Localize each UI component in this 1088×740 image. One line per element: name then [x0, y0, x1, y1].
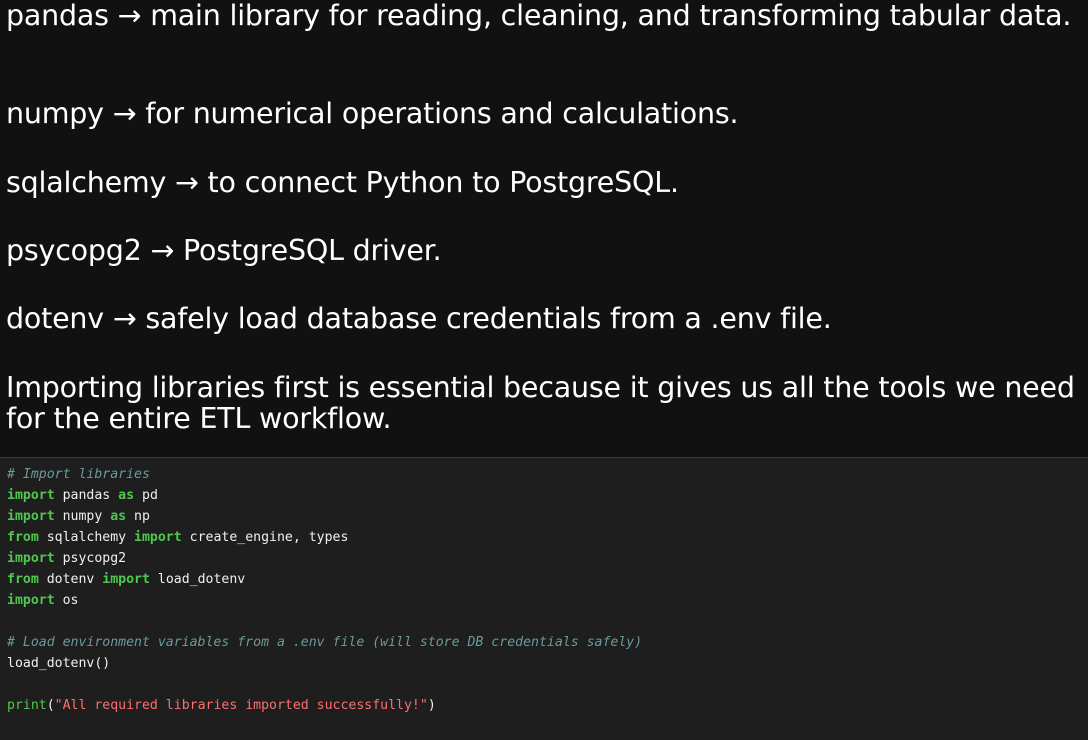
module-alias: np	[126, 509, 150, 524]
code-line-load-dotenv-call: load_dotenv()	[7, 653, 642, 674]
paren-open: (	[46, 698, 55, 713]
code-line-from-sqlalchemy: from sqlalchemy import create_engine, ty…	[7, 527, 642, 548]
keyword-import: import	[102, 572, 150, 587]
module-name: dotenv	[38, 572, 103, 587]
keyword-from: from	[7, 572, 39, 587]
code-line-from-dotenv: from dotenv import load_dotenv	[7, 569, 642, 590]
markdown-paragraph-pandas: pandas → main library for reading, clean…	[6, 0, 1072, 32]
module-name: os	[54, 593, 79, 608]
code-cell[interactable]: # Import libraries import pandas as pd imp…	[0, 457, 1088, 740]
module-name: numpy	[54, 509, 111, 524]
keyword-import: import	[7, 593, 55, 608]
builtin-print: print	[7, 698, 47, 713]
code-line-import-os: import os	[7, 590, 642, 611]
code-editor[interactable]: # Import libraries import pandas as pd imp…	[7, 464, 642, 716]
module-name: psycopg2	[54, 551, 127, 566]
code-line-print: print("All required libraries imported s…	[7, 695, 642, 716]
keyword-import: import	[7, 488, 55, 503]
markdown-paragraph-psycopg2: psycopg2 → PostgreSQL driver.	[6, 234, 442, 267]
keyword-as: as	[110, 509, 127, 524]
module-name: pandas	[54, 488, 119, 503]
markdown-paragraph-sqlalchemy: sqlalchemy → to connect Python to Postgr…	[6, 166, 679, 199]
code-line-import-pandas: import pandas as pd	[7, 485, 642, 506]
keyword-import: import	[7, 509, 55, 524]
string-literal: "All required libraries imported success…	[54, 698, 428, 713]
keyword-import: import	[134, 530, 182, 545]
code-comment: # Load environment variables from a .env…	[7, 635, 643, 650]
keyword-as: as	[118, 488, 135, 503]
code-line-comment-import: # Import libraries	[7, 464, 642, 485]
imported-names: create_engine, types	[181, 530, 349, 545]
code-line-import-numpy: import numpy as np	[7, 506, 642, 527]
function-call: load_dotenv()	[7, 656, 111, 671]
markdown-cell: pandas → main library for reading, clean…	[0, 0, 1088, 457]
markdown-paragraph-dotenv: dotenv → safely load database credential…	[6, 302, 832, 335]
module-name: sqlalchemy	[38, 530, 135, 545]
markdown-paragraph-summary: Importing libraries first is essential b…	[6, 371, 1075, 435]
keyword-import: import	[7, 551, 55, 566]
code-comment: # Import libraries	[7, 467, 150, 482]
imported-names: load_dotenv	[149, 572, 246, 587]
paren-close: )	[427, 698, 436, 713]
keyword-from: from	[7, 530, 39, 545]
code-line-import-psycopg2: import psycopg2	[7, 548, 642, 569]
markdown-paragraph-numpy: numpy → for numerical operations and cal…	[6, 97, 739, 130]
code-line-comment-env: # Load environment variables from a .env…	[7, 632, 642, 653]
module-alias: pd	[134, 488, 158, 503]
